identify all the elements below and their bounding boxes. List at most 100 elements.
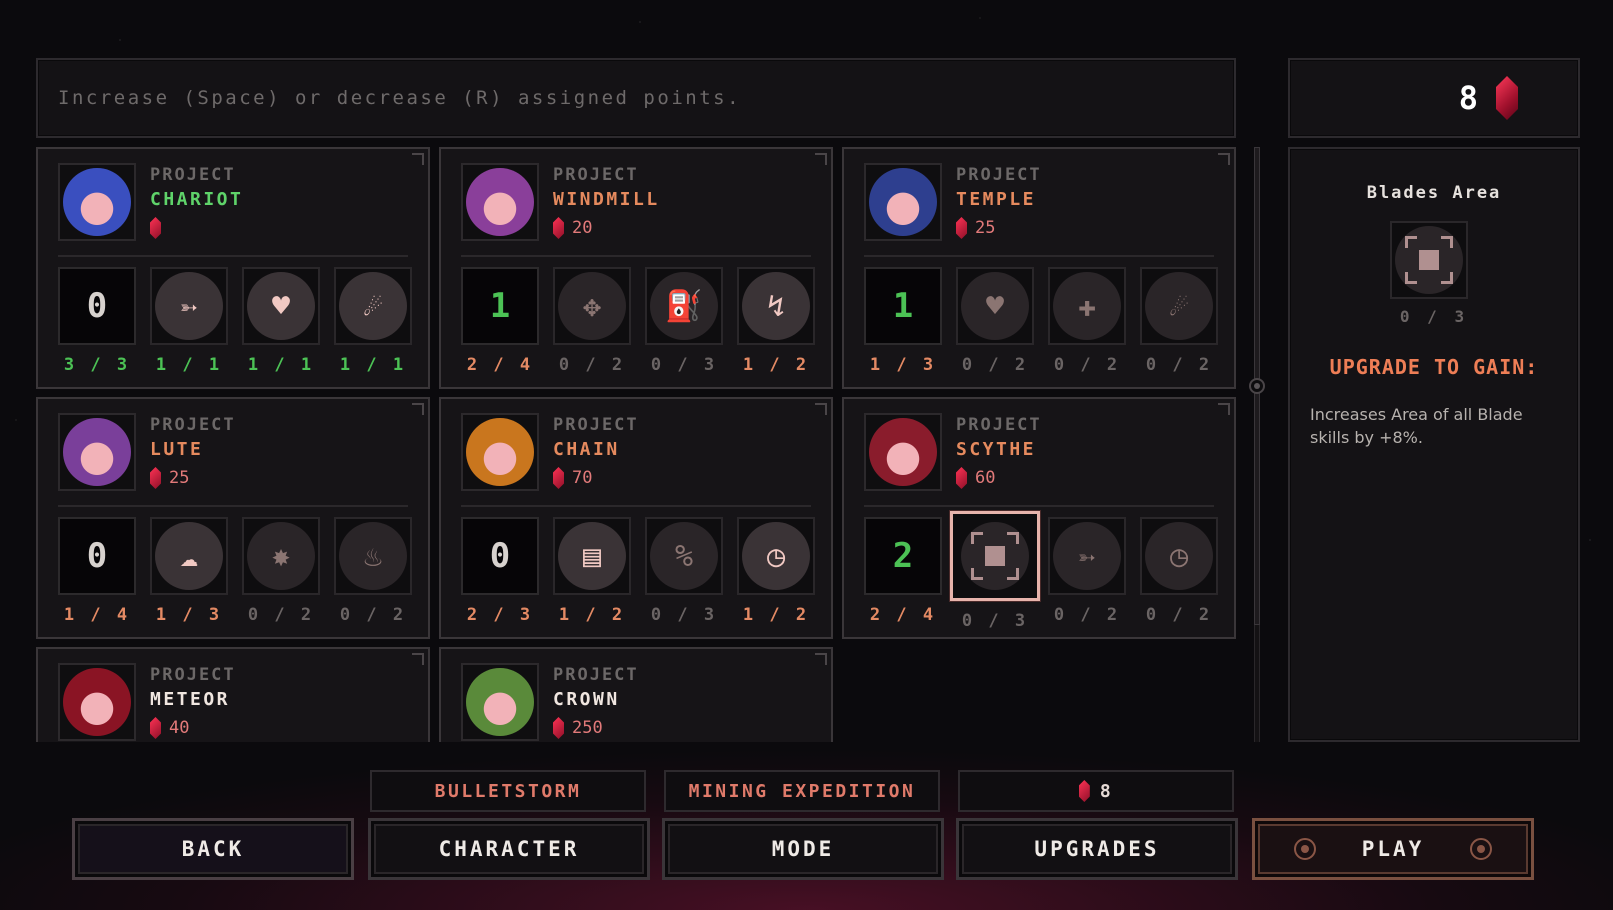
upgrade-slot[interactable]: ☁ 1 / 3 — [150, 517, 228, 625]
upgrade-slot[interactable]: ✸ 0 / 2 — [242, 517, 320, 625]
project-level-slot[interactable]: 0 1 / 4 — [58, 517, 136, 625]
character-button[interactable]: CHARACTER — [368, 818, 650, 880]
upgrade-slot-count: 0 / 2 — [339, 605, 407, 625]
card-divider — [461, 255, 811, 257]
upgrade-slot-box[interactable]: ➳ — [150, 267, 228, 345]
upgrade-slot-count: 1 / 2 — [558, 605, 626, 625]
mode-button-label: MODE — [771, 837, 835, 861]
project-level-box[interactable]: 0 — [461, 517, 539, 595]
upgrade-slot[interactable]: ✚ 0 / 2 — [1048, 267, 1126, 375]
upgrade-slot-box[interactable] — [950, 511, 1040, 601]
upgrade-slot-box[interactable]: ✚ — [1048, 267, 1126, 345]
scythe-emblem-icon — [869, 418, 937, 486]
upgrade-slot[interactable]: ◷ 1 / 2 — [737, 517, 815, 625]
project-avatar — [864, 163, 942, 241]
project-card-chariot[interactable]: PROJECT CHARIOT 0 3 / 3 ➳ 1 / 1 ♥ 1 / 1 ☄ 1 / 1 — [36, 147, 430, 389]
project-card-temple[interactable]: PROJECT TEMPLE 25 1 1 / 3 ♥ 0 / 2 ✚ 0 / 2 ☄ 0 / 2 — [842, 147, 1236, 389]
upgrade-to-gain-heading: UPGRADE TO GAIN: — [1329, 355, 1539, 379]
upgrade-slot-box[interactable]: ♥ — [242, 267, 320, 345]
speed-icon: ☄ — [1145, 272, 1213, 340]
project-level-box[interactable]: 0 — [58, 267, 136, 345]
upgrade-slot[interactable]: ♥ 0 / 2 — [956, 267, 1034, 375]
upgrade-slot[interactable]: ▤ 1 / 2 — [553, 517, 631, 625]
mode-button[interactable]: MODE — [662, 818, 944, 880]
project-level-slot[interactable]: 1 1 / 3 — [864, 267, 942, 375]
upgrade-slot[interactable]: 0 / 3 — [950, 511, 1040, 631]
upgrade-slot[interactable]: ✥ 0 / 2 — [553, 267, 631, 375]
dash-icon: ☁ — [155, 522, 223, 590]
project-level-slot[interactable]: 1 2 / 4 — [461, 267, 539, 375]
upgrade-slot-box[interactable]: ♥ — [956, 267, 1034, 345]
project-card-lute[interactable]: PROJECT LUTE 25 0 1 / 4 ☁ 1 / 3 ✸ 0 / 2 ♨ 0 / 2 — [36, 397, 430, 639]
project-card-chain[interactable]: PROJECT CHAIN 70 0 2 / 3 ▤ 1 / 2% 0 / 3 ◷ 1 / 2 — [439, 397, 833, 639]
upgrade-slot-count: 0 / 2 — [1053, 605, 1121, 625]
project-kicker: PROJECT — [553, 165, 639, 185]
project-level-value: 1 — [489, 286, 511, 326]
project-level-box[interactable]: 2 — [864, 517, 942, 595]
upgrades-button[interactable]: UPGRADES — [956, 818, 1238, 880]
gem-total: 8 — [1458, 79, 1478, 117]
upgrade-slot[interactable]: ⛽ 0 / 3 — [645, 267, 723, 375]
project-grid: PROJECT CHARIOT 0 3 / 3 ➳ 1 / 1 ♥ 1 / 1 ☄ 1 / 1 PR… — [36, 147, 1236, 742]
project-level-slot[interactable]: 0 3 / 3 — [58, 267, 136, 375]
red-gem-icon — [1078, 780, 1090, 802]
project-level-slot[interactable]: 0 2 / 3 — [461, 517, 539, 625]
gems-tab: 8 — [958, 770, 1234, 812]
upgrade-slot-box[interactable]: ◷ — [737, 517, 815, 595]
project-card-scythe[interactable]: PROJECT SCYTHE 60 2 2 / 4 0 / 3 ➳ 0 / 2 ◷ 0 / 2 — [842, 397, 1236, 639]
upgrade-slot[interactable]: ↯ 1 / 2 — [737, 267, 815, 375]
project-cost: 25 — [956, 216, 1042, 240]
upgrade-slot[interactable]: ◷ 0 / 2 — [1140, 517, 1218, 631]
upgrade-slot[interactable]: ➳ 0 / 2 — [1048, 517, 1126, 631]
upgrade-slot-box[interactable]: ☁ — [150, 517, 228, 595]
project-level-value: 0 — [489, 536, 511, 576]
upgrade-slot-count: 1 / 2 — [742, 605, 810, 625]
speed-icon: ☄ — [339, 272, 407, 340]
reload-icon: ◷ — [742, 522, 810, 590]
project-cost-value: 25 — [975, 218, 996, 238]
upgrade-slot[interactable]: ☄ 0 / 2 — [1140, 267, 1218, 375]
project-card-meteor[interactable]: PROJECT METEOR 40 — [36, 647, 430, 742]
scroll-handle[interactable] — [1249, 378, 1265, 394]
upgrade-slot-count: 0 / 2 — [961, 355, 1029, 375]
upgrade-slot-count: 0 / 3 — [650, 605, 718, 625]
crown-emblem-icon — [466, 668, 534, 736]
upgrade-slot-count: 1 / 3 — [155, 605, 223, 625]
project-avatar — [461, 413, 539, 491]
upgrade-slot[interactable]: ☄ 1 / 1 — [334, 267, 412, 375]
upgrade-slot-box[interactable]: ↯ — [737, 267, 815, 345]
card-divider — [461, 505, 811, 507]
project-card-windmill[interactable]: PROJECT WINDMILL 20 1 2 / 4 ✥ 0 / 2 ⛽ 0 / 3 ↯ 1 / … — [439, 147, 833, 389]
project-card-crown[interactable]: PROJECT CROWN 250 — [439, 647, 833, 742]
upgrade-slot[interactable]: ♨ 0 / 2 — [334, 517, 412, 625]
project-level-box[interactable]: 0 — [58, 517, 136, 595]
gems-tab-count: 8 — [1099, 780, 1114, 802]
upgrade-slot-box[interactable]: ☄ — [1140, 267, 1218, 345]
upgrade-slot-box[interactable]: ▤ — [553, 517, 631, 595]
upgrade-slot-box[interactable]: ✸ — [242, 517, 320, 595]
project-cost-value: 70 — [572, 468, 593, 488]
upgrade-slot[interactable]: ➳ 1 / 1 — [150, 267, 228, 375]
red-gem-icon — [150, 717, 161, 739]
project-level-box[interactable]: 1 — [864, 267, 942, 345]
project-cost-value: 20 — [572, 218, 593, 238]
upgrade-slot[interactable]: ♥ 1 / 1 — [242, 267, 320, 375]
back-button[interactable]: BACK — [72, 818, 354, 880]
project-level-box[interactable]: 1 — [461, 267, 539, 345]
project-avatar — [58, 163, 136, 241]
project-level-slot[interactable]: 2 2 / 4 — [864, 517, 942, 631]
upgrade-slot-box[interactable]: ◷ — [1140, 517, 1218, 595]
project-cost: 25 — [150, 466, 236, 490]
upgrade-slot-box[interactable]: ♨ — [334, 517, 412, 595]
upgrade-slot-box[interactable]: ➳ — [1048, 517, 1126, 595]
upgrade-slot-box[interactable]: % — [645, 517, 723, 595]
move-icon: ✥ — [558, 272, 626, 340]
play-button[interactable]: PLAY — [1252, 818, 1534, 880]
upgrade-slot[interactable]: % 0 / 3 — [645, 517, 723, 625]
scrollbar[interactable] — [1254, 147, 1260, 742]
upgrade-slot-box[interactable]: ✥ — [553, 267, 631, 345]
upgrade-slot-box[interactable]: ⛽ — [645, 267, 723, 345]
upgrade-slot-box[interactable]: ☄ — [334, 267, 412, 345]
project-kicker: PROJECT — [150, 165, 236, 185]
blades-area-icon — [1395, 226, 1463, 294]
